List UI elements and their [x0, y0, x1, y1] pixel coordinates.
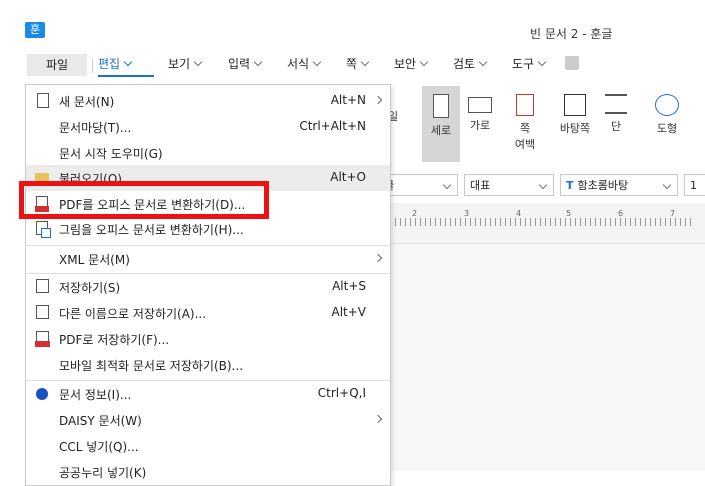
ruler-number: 4	[516, 209, 522, 218]
chevron-down-icon	[538, 180, 548, 190]
ruler-number: 5	[566, 209, 572, 218]
portrait-page-icon	[433, 94, 449, 118]
facing-page-icon	[564, 94, 586, 116]
pdf-save-icon	[35, 331, 50, 347]
tab-insert[interactable]: 입력	[228, 50, 263, 78]
chevron-right-icon	[373, 414, 383, 424]
menu-item-templates[interactable]: 문서마당(T)... Ctrl+Alt+N	[26, 114, 390, 140]
page-margin-sublabel: 여백	[514, 138, 536, 151]
font-select[interactable]: T 함초롬바탕	[560, 174, 678, 196]
window-title: 빈 문서 2 - 훈글	[530, 27, 613, 41]
columns-button[interactable]: 단	[602, 94, 630, 134]
shape-label: 도형	[656, 122, 678, 135]
chevron-right-icon	[373, 95, 383, 105]
tab-file[interactable]: 파일	[27, 54, 87, 76]
document-area[interactable]	[390, 244, 705, 471]
chevron-down-icon	[193, 57, 203, 67]
tab-edit[interactable]: 편집	[98, 50, 133, 78]
page-margin-icon	[516, 94, 534, 116]
menu-item-save-as[interactable]: 다른 이름으로 저장하기(A)... Alt+V	[26, 300, 390, 326]
info-icon	[36, 388, 48, 400]
chevron-right-icon	[373, 253, 383, 263]
menu-item-kogl[interactable]: 공공누리 넣기(K)	[26, 459, 390, 485]
portrait-button[interactable]: 세로	[422, 86, 460, 162]
tab-review[interactable]: 검토	[453, 50, 488, 78]
chevron-down-icon	[442, 180, 452, 190]
columns-label: 단	[610, 120, 622, 133]
menu-item-start-wizard[interactable]: 문서 시작 도우미(G)	[26, 140, 390, 166]
app-logo[interactable]: 훈	[25, 22, 45, 38]
new-document-icon	[37, 93, 49, 108]
tab-tools[interactable]: 도구	[512, 50, 547, 78]
save-as-icon	[36, 305, 49, 319]
style-select[interactable]: 대표	[464, 174, 554, 196]
account-icon[interactable]	[565, 56, 579, 70]
ruler-number: 7	[670, 209, 676, 218]
menu-item-document-info[interactable]: 문서 정보(I)... Ctrl+Q,I	[26, 381, 390, 407]
facing-page-label: 바탕쪽	[559, 122, 591, 135]
facing-page-button[interactable]: 바탕쪽	[556, 94, 594, 136]
chevron-down-icon	[419, 57, 429, 67]
ruler-number: 6	[618, 209, 624, 218]
image-convert-icon	[36, 221, 51, 238]
columns-icon	[605, 94, 627, 114]
shape-icon	[655, 94, 679, 116]
active-tab-indicator	[98, 75, 154, 77]
chevron-down-icon	[253, 57, 263, 67]
menu-item-daisy[interactable]: DAISY 문서(W)	[26, 407, 390, 433]
menu-item-save[interactable]: 저장하기(S) Alt+S	[26, 274, 390, 300]
menu-item-save-pdf[interactable]: PDF로 저장하기(F)...	[26, 326, 390, 352]
chevron-down-icon	[662, 180, 672, 190]
tab-security[interactable]: 보안	[394, 50, 429, 78]
menu-item-new-document[interactable]: 새 문서(N) Alt+N	[26, 88, 390, 114]
save-icon	[36, 279, 49, 293]
chevron-down-icon	[478, 57, 488, 67]
menu-item-image-to-office[interactable]: 그림을 오피스 문서로 변환하기(H)...	[26, 216, 390, 242]
menu-item-save-mobile[interactable]: 모바일 최적화 문서로 저장하기(B)...	[26, 352, 390, 378]
ruler-number: 2	[412, 209, 418, 218]
landscape-button[interactable]: 가로	[466, 94, 494, 133]
landscape-label: 가로	[469, 119, 491, 132]
menu-item-xml-document[interactable]: XML 문서(M)	[26, 246, 390, 272]
page-margin-label: 쪽	[519, 122, 531, 135]
font-size-select[interactable]: 1	[684, 174, 705, 196]
shape-button[interactable]: 도형	[652, 94, 682, 136]
font-type-icon: T	[566, 179, 574, 192]
tab-view[interactable]: 보기	[168, 50, 203, 78]
page-margin-button[interactable]: 쪽 여백	[510, 94, 540, 152]
landscape-page-icon	[468, 97, 492, 113]
chevron-down-icon	[360, 57, 370, 67]
ruler-ticks	[390, 218, 695, 226]
tab-page[interactable]: 쪽	[346, 50, 370, 78]
chevron-down-icon	[312, 57, 322, 67]
chevron-down-icon	[537, 57, 547, 67]
file-menu: 새 문서(N) Alt+N 문서마당(T)... Ctrl+Alt+N 문서 시…	[25, 84, 391, 486]
highlight-box	[19, 181, 269, 219]
ruler-number: 3	[464, 209, 470, 218]
tab-format[interactable]: 서식	[287, 50, 322, 78]
portrait-label: 세로	[430, 124, 452, 137]
menu-divider	[92, 59, 93, 73]
chevron-down-icon	[123, 57, 133, 67]
menu-item-ccl[interactable]: CCL 넣기(Q)...	[26, 433, 390, 459]
